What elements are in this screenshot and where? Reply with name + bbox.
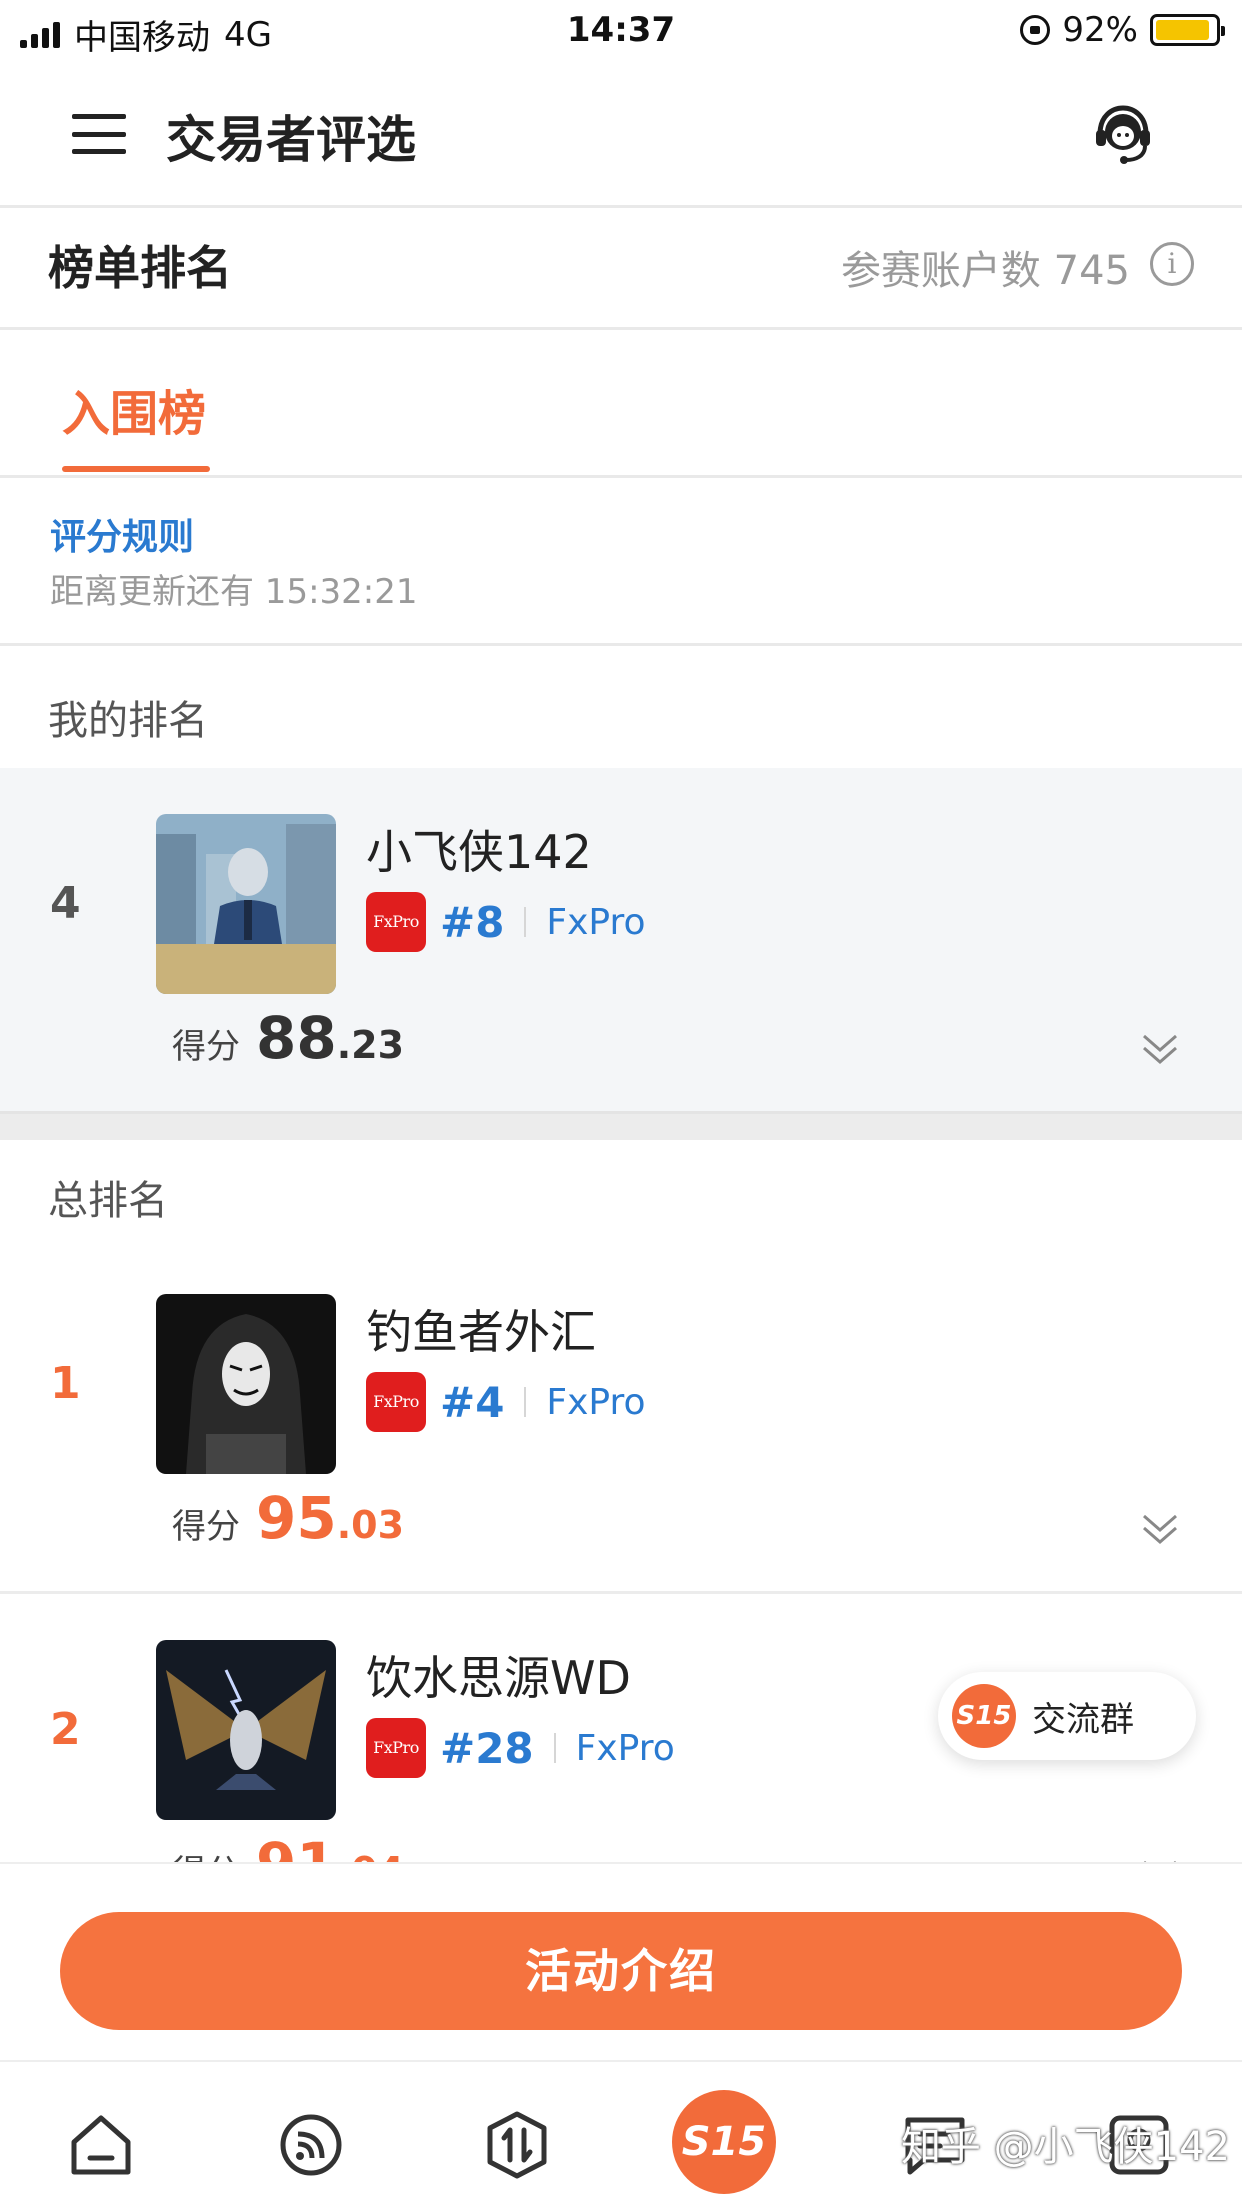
bottom-cta-panel: 活动介绍: [0, 1862, 1242, 2060]
ranking-header: 榜单排名 参赛账户数 745 i: [0, 208, 1242, 330]
score-integer: 95: [256, 1484, 337, 1552]
avatar: [156, 814, 336, 994]
watermark: 知乎 @小飞侠142: [900, 2124, 1230, 2170]
broker-logo: FxPro: [366, 1718, 426, 1778]
trader-name: 小飞侠142: [366, 825, 592, 879]
rank-number: 1: [50, 1358, 81, 1409]
score: 得分 95 .03: [172, 1484, 404, 1552]
bottom-tab-bar: S15 知乎 @小飞侠142: [0, 2060, 1242, 2208]
scoring-rules-link[interactable]: 评分规则: [50, 508, 194, 560]
score-decimal: .03: [336, 1503, 405, 1547]
score: 得分 88 .23: [172, 1004, 404, 1072]
divider: [553, 1733, 556, 1763]
broker-name: FxPro: [546, 1381, 646, 1423]
home-icon[interactable]: [66, 2110, 136, 2180]
divider: [524, 907, 527, 937]
s15-badge: S15: [952, 1684, 1016, 1748]
s15-center-tab[interactable]: S15: [672, 2090, 776, 2194]
expand-chevron-icon[interactable]: [1140, 1510, 1180, 1550]
divider: [524, 1387, 527, 1417]
hamburger-menu-icon[interactable]: [72, 114, 126, 154]
score-label: 得分: [172, 1507, 240, 1547]
page-title: 交易者评选: [166, 111, 416, 169]
ranking-title: 榜单排名: [48, 241, 232, 295]
rules-section: 评分规则 距离更新还有 15:32:21: [0, 478, 1242, 646]
rank-number: 2: [50, 1704, 81, 1755]
status-bar: 中国移动 4G 14:37 92%: [0, 0, 1242, 62]
status-right: 92%: [1020, 10, 1225, 50]
broker-info: FxPro #8 FxPro: [366, 892, 646, 952]
avatar: [156, 1640, 336, 1820]
trader-name: 饮水思源WD: [366, 1651, 631, 1705]
group-chat-label: 交流群: [1032, 1699, 1134, 1740]
customer-service-headset-icon[interactable]: [1090, 102, 1156, 168]
score-integer: 88: [256, 1004, 337, 1072]
broker-info: FxPro #28 FxPro: [366, 1718, 675, 1778]
battery-percent: 92%: [1062, 10, 1138, 50]
group-chat-button[interactable]: S15 交流群: [938, 1672, 1196, 1760]
account-number: #28: [440, 1723, 534, 1773]
tab-bar-top: 入围榜: [0, 330, 1242, 478]
rank-number: 4: [50, 878, 81, 929]
broker-logo: FxPro: [366, 892, 426, 952]
participant-count: 参赛账户数 745: [840, 248, 1130, 294]
my-rank-label: 我的排名: [48, 698, 208, 744]
trader-name: 钓鱼者外汇: [366, 1305, 596, 1359]
app-header: 交易者评选: [0, 62, 1242, 208]
tab-shortlist[interactable]: 入围榜: [62, 374, 206, 444]
account-number: #4: [440, 1377, 505, 1427]
orientation-lock-icon: [1020, 15, 1051, 45]
broker-logo: FxPro: [366, 1372, 426, 1432]
trade-icon[interactable]: [482, 2110, 552, 2180]
info-icon[interactable]: i: [1150, 242, 1194, 286]
total-rank-label: 总排名: [48, 1178, 168, 1224]
expand-chevron-icon[interactable]: [1140, 1030, 1180, 1070]
rank-card-1[interactable]: 1 钓鱼者外汇 FxPro #4 FxPro 得分 95 .03: [0, 1248, 1242, 1594]
score-decimal: .23: [336, 1023, 405, 1067]
avatar: [156, 1294, 336, 1474]
account-number: #8: [440, 897, 505, 947]
update-countdown: 距离更新还有 15:32:21: [50, 572, 418, 612]
my-rank-card[interactable]: 4 小飞侠142 FxPro #8 FxPro 得分 88 .23: [0, 768, 1242, 1114]
tab-underline: [62, 466, 210, 472]
activity-intro-button[interactable]: 活动介绍: [60, 1912, 1182, 2030]
broker-name: FxPro: [546, 901, 646, 943]
battery-icon: [1150, 14, 1225, 46]
broker-name: FxPro: [575, 1727, 675, 1769]
feed-icon[interactable]: [276, 2110, 346, 2180]
broker-info: FxPro #4 FxPro: [366, 1372, 646, 1432]
section-divider: [0, 1114, 1242, 1140]
score-label: 得分: [172, 1027, 240, 1067]
battery-fill: [1156, 20, 1210, 40]
